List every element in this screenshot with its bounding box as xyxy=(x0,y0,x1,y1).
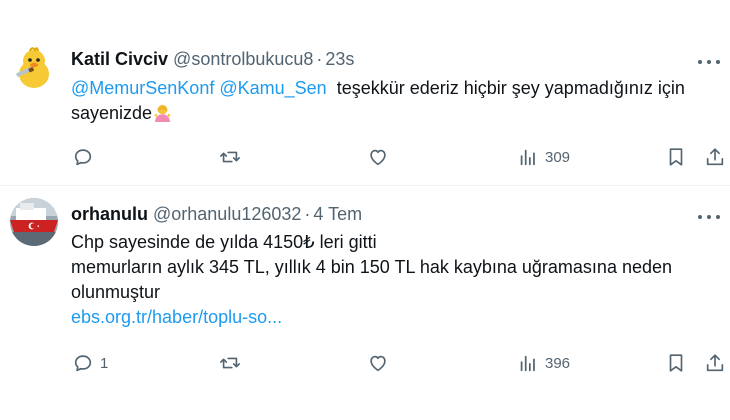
tweet-actions: 1 396 xyxy=(0,350,730,376)
views-button[interactable]: 309 xyxy=(517,144,570,170)
tweet-text-line: olunmuştur xyxy=(71,282,161,302)
tweet-text: Chp sayesinde de yılda 4150₺ leri gitti … xyxy=(71,230,712,330)
reply-button[interactable]: 1 xyxy=(72,350,108,376)
tweet-text-line: memurların aylık 345 TL, yıllık 4 bin 15… xyxy=(71,257,673,277)
views-icon xyxy=(520,149,535,166)
tweet-text-part: sayenizde xyxy=(71,103,153,123)
share-button[interactable] xyxy=(704,350,726,376)
author-handle[interactable]: @orhanulu126032 xyxy=(153,204,301,225)
tweet-actions: 309 xyxy=(0,144,730,170)
tweet-header: Katil Civciv @sontrolbukucu8 · 23s xyxy=(71,49,354,70)
bookmark-button[interactable] xyxy=(665,350,687,376)
reply-icon xyxy=(74,149,92,166)
mention-link[interactable]: @Kamu_Sen xyxy=(219,78,326,98)
share-icon xyxy=(706,148,724,166)
tweet-timestamp[interactable]: 23s xyxy=(325,49,354,70)
author-handle[interactable]: @sontrolbukucu8 xyxy=(173,49,313,70)
separator-dot: · xyxy=(316,49,323,69)
tweet[interactable]: orhanulu @orhanulu126032 · 4 Tem Chp say… xyxy=(0,187,730,420)
like-icon xyxy=(370,355,386,372)
like-icon xyxy=(370,149,386,166)
tweet-timestamp[interactable]: 4 Tem xyxy=(313,204,362,225)
like-button[interactable] xyxy=(367,350,389,376)
tweet-link[interactable]: ebs.org.tr/haber/toplu-so... xyxy=(71,305,712,330)
reply-icon xyxy=(74,355,92,372)
mention-link[interactable]: @MemurSenKonf xyxy=(71,78,214,98)
like-button[interactable] xyxy=(367,144,389,170)
views-icon xyxy=(520,355,535,372)
share-button[interactable] xyxy=(704,144,726,170)
views-button[interactable]: 396 xyxy=(517,350,570,376)
share-icon xyxy=(706,354,724,372)
separator-dot: · xyxy=(304,204,311,224)
views-count: 396 xyxy=(545,354,571,372)
tweet-feed: Katil Civciv @sontrolbukucu8 · 23s @Memu… xyxy=(0,0,730,420)
reply-button[interactable] xyxy=(72,144,100,170)
ship-flag-avatar-icon[interactable] xyxy=(10,198,58,246)
retweet-button[interactable] xyxy=(219,144,241,170)
author-name[interactable]: Katil Civciv xyxy=(71,49,168,70)
tweet-text-line: Chp sayesinde de yılda 4150₺ leri gitti xyxy=(71,232,377,252)
author-name[interactable]: orhanulu xyxy=(71,204,148,225)
retweet-button[interactable] xyxy=(219,350,241,376)
more-icon[interactable] xyxy=(698,213,720,221)
retweet-icon xyxy=(220,151,240,163)
tweet[interactable]: Katil Civciv @sontrolbukucu8 · 23s @Memu… xyxy=(0,0,730,186)
more-icon[interactable] xyxy=(698,58,720,66)
tweet-text-part: teşekkür ederiz hiçbir şey yapmadığınız … xyxy=(336,78,685,98)
retweet-icon xyxy=(220,357,240,369)
tweet-header: orhanulu @orhanulu126032 · 4 Tem xyxy=(71,204,362,225)
woman-shrugging-emoji xyxy=(154,104,172,122)
bookmark-icon xyxy=(669,354,683,372)
reply-count: 1 xyxy=(100,354,109,372)
tweet-text: @MemurSenKonf @Kamu_Sen teşekkür ederiz … xyxy=(71,76,712,126)
bookmark-icon xyxy=(669,148,683,166)
bookmark-button[interactable] xyxy=(665,144,687,170)
duck-avatar-icon[interactable] xyxy=(10,44,58,92)
views-count: 309 xyxy=(545,148,571,166)
